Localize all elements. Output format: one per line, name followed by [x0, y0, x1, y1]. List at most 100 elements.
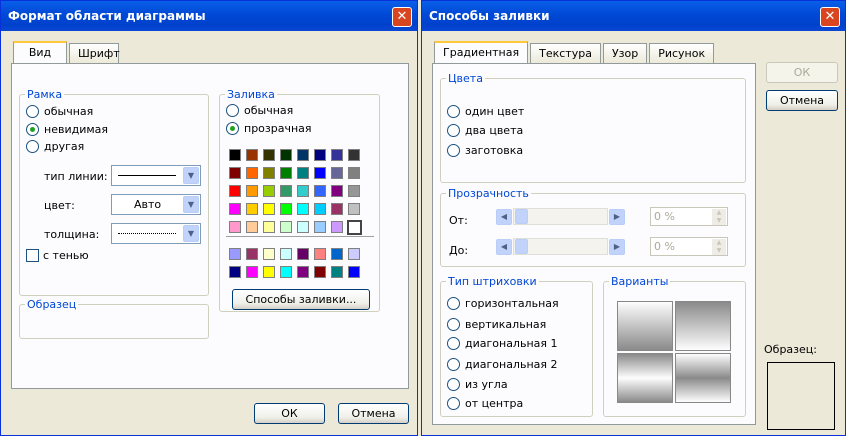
tab-picture[interactable]: Рисунок: [649, 43, 715, 63]
color-swatch[interactable]: [263, 221, 275, 233]
color-swatch[interactable]: [263, 149, 275, 161]
color-swatch[interactable]: [297, 185, 309, 197]
line-type-combo[interactable]: ▼: [111, 165, 201, 186]
color-swatch[interactable]: [229, 167, 241, 179]
color-swatch[interactable]: [297, 167, 309, 179]
color-swatch[interactable]: [314, 203, 326, 215]
transparency-to-slider[interactable]: [513, 238, 608, 255]
color-swatch[interactable]: [331, 266, 343, 278]
tab-texture[interactable]: Текстура: [530, 43, 601, 63]
color-swatch[interactable]: [331, 167, 343, 179]
color-swatch[interactable]: [331, 149, 343, 161]
colors-option-preset[interactable]: заготовка: [447, 144, 523, 157]
color-swatch[interactable]: [348, 167, 360, 179]
color-swatch[interactable]: [348, 149, 360, 161]
weight-combo[interactable]: ▼: [111, 223, 201, 244]
color-swatch[interactable]: [297, 203, 309, 215]
spin-down-icon[interactable]: ▼: [712, 247, 726, 255]
border-option-invisible[interactable]: невидимая: [26, 123, 108, 136]
transparency-from-spin[interactable]: 0 % ▲ ▼: [650, 207, 728, 226]
chevron-left-icon[interactable]: ◀: [496, 209, 512, 225]
color-swatch[interactable]: [263, 266, 275, 278]
color-swatch[interactable]: [347, 220, 362, 235]
transparency-to-spin[interactable]: 0 % ▲ ▼: [650, 237, 728, 256]
color-swatch[interactable]: [314, 266, 326, 278]
color-swatch[interactable]: [263, 167, 275, 179]
color-swatch[interactable]: [229, 248, 241, 260]
color-swatch[interactable]: [246, 221, 258, 233]
color-swatch[interactable]: [348, 185, 360, 197]
format-dialog-close-icon[interactable]: ✕: [392, 7, 412, 27]
chevron-right-icon[interactable]: ▶: [609, 209, 625, 225]
spin-up-icon[interactable]: ▲: [712, 209, 726, 217]
color-swatch[interactable]: [229, 149, 241, 161]
color-swatch[interactable]: [263, 248, 275, 260]
color-swatch[interactable]: [314, 185, 326, 197]
tab-gradient[interactable]: Градиентная: [434, 41, 529, 63]
fill-effects-titlebar[interactable]: Способы заливки: [422, 1, 845, 31]
border-option-custom[interactable]: другая: [26, 140, 84, 153]
fill-effects-close-icon[interactable]: ✕: [820, 7, 840, 27]
color-swatch[interactable]: [331, 221, 343, 233]
tab-font[interactable]: Шрифт: [69, 43, 120, 63]
hatch-from-center[interactable]: от центра: [447, 397, 523, 410]
color-swatch[interactable]: [263, 185, 275, 197]
chevron-down-icon[interactable]: ▼: [183, 196, 199, 213]
color-swatch[interactable]: [246, 167, 258, 179]
gradient-variant-1[interactable]: [617, 301, 673, 351]
color-swatch[interactable]: [280, 167, 292, 179]
slider-thumb[interactable]: [515, 209, 528, 224]
colors-option-two[interactable]: два цвета: [447, 124, 523, 137]
color-swatch[interactable]: [348, 203, 360, 215]
color-swatch[interactable]: [331, 185, 343, 197]
color-swatch[interactable]: [314, 167, 326, 179]
color-swatch[interactable]: [229, 221, 241, 233]
color-swatch[interactable]: [280, 221, 292, 233]
color-swatch[interactable]: [229, 185, 241, 197]
color-swatch[interactable]: [297, 221, 309, 233]
chevron-down-icon[interactable]: ▼: [183, 167, 199, 184]
color-swatch[interactable]: [246, 203, 258, 215]
color-swatch[interactable]: [297, 149, 309, 161]
color-swatch[interactable]: [314, 221, 326, 233]
color-swatch[interactable]: [331, 203, 343, 215]
color-swatch[interactable]: [314, 248, 326, 260]
color-swatch[interactable]: [263, 203, 275, 215]
color-swatch[interactable]: [297, 266, 309, 278]
color-swatch[interactable]: [280, 149, 292, 161]
fill-effects-button[interactable]: Способы заливки...: [232, 289, 370, 310]
gradient-variant-3[interactable]: [617, 353, 673, 403]
shadow-checkbox[interactable]: с тенью: [26, 249, 89, 262]
fill-effects-cancel-button[interactable]: Отмена: [766, 90, 838, 111]
chevron-right-icon[interactable]: ▶: [609, 239, 625, 255]
color-swatch[interactable]: [229, 203, 241, 215]
chevron-down-icon[interactable]: ▼: [183, 225, 199, 242]
color-swatch[interactable]: [280, 203, 292, 215]
hatch-from-corner[interactable]: из угла: [447, 378, 508, 391]
gradient-variant-2[interactable]: [675, 301, 731, 351]
spin-up-icon[interactable]: ▲: [712, 239, 726, 247]
color-swatch[interactable]: [348, 266, 360, 278]
hatch-vertical[interactable]: вертикальная: [447, 318, 546, 331]
color-swatch[interactable]: [246, 185, 258, 197]
transparency-from-slider[interactable]: [513, 208, 608, 225]
fill-option-normal[interactable]: обычная: [226, 104, 293, 117]
color-swatch[interactable]: [280, 185, 292, 197]
color-swatch[interactable]: [280, 266, 292, 278]
color-swatch[interactable]: [331, 248, 343, 260]
chevron-left-icon[interactable]: ◀: [496, 239, 512, 255]
spin-down-icon[interactable]: ▼: [712, 217, 726, 225]
color-swatch[interactable]: [297, 248, 309, 260]
color-combo[interactable]: Авто ▼: [111, 194, 201, 215]
border-option-normal[interactable]: обычная: [26, 105, 93, 118]
format-cancel-button[interactable]: Отмена: [338, 403, 409, 424]
color-swatch[interactable]: [246, 149, 258, 161]
fill-option-transparent[interactable]: прозрачная: [226, 122, 312, 135]
hatch-diagonal-1[interactable]: диагональная 1: [447, 337, 558, 350]
color-swatch[interactable]: [280, 248, 292, 260]
tab-pattern[interactable]: Узор: [602, 43, 648, 63]
hatch-diagonal-2[interactable]: диагональная 2: [447, 358, 558, 371]
hatch-horizontal[interactable]: горизонтальная: [447, 297, 559, 310]
format-ok-button[interactable]: ОК: [254, 403, 325, 424]
color-swatch[interactable]: [314, 149, 326, 161]
